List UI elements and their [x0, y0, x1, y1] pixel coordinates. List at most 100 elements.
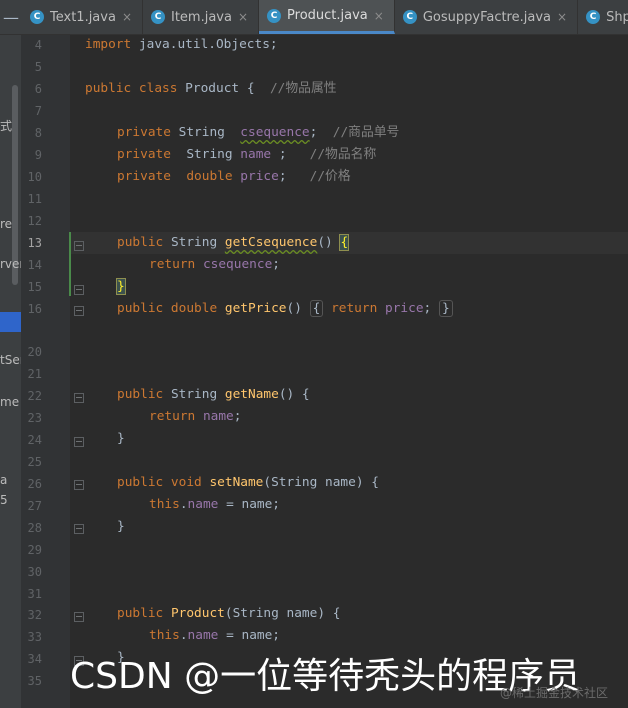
- project-scrollbar[interactable]: [12, 85, 18, 285]
- fold-icon[interactable]: [74, 393, 84, 403]
- line-number: 30: [27, 565, 42, 579]
- project-item-fragment[interactable]: a: [0, 473, 7, 487]
- java-class-icon: C: [586, 10, 601, 24]
- keyword: public void: [117, 475, 210, 490]
- type: String: [170, 387, 225, 402]
- code-line[interactable]: this.name = name;: [149, 625, 280, 647]
- keyword: private: [117, 147, 187, 162]
- line-number: 13: [27, 236, 42, 250]
- tab-label: GosuppyFactre.java: [422, 9, 551, 25]
- fold-icon[interactable]: [74, 524, 84, 534]
- tab-label: Text1.java: [50, 9, 116, 25]
- comment: //价格: [309, 169, 351, 184]
- code-line[interactable]: import java.util.Objects;: [85, 34, 278, 56]
- folded-brace[interactable]: }: [438, 300, 453, 317]
- code-line[interactable]: }: [117, 516, 125, 538]
- keyword: import: [85, 37, 139, 52]
- code-line[interactable]: public String getCsequence() {: [117, 232, 350, 254]
- line-number: 26: [27, 477, 42, 491]
- code-text: .: [179, 497, 188, 512]
- close-icon[interactable]: ×: [374, 9, 384, 23]
- keyword: public double: [117, 301, 225, 316]
- line-number: 10: [27, 170, 42, 184]
- line-number: 29: [27, 543, 42, 557]
- project-item-fragment[interactable]: me: [0, 395, 19, 409]
- code-text: ;: [271, 147, 310, 162]
- minimize-icon[interactable]: —: [0, 0, 22, 34]
- project-selected-item[interactable]: [0, 312, 21, 332]
- line-number: 21: [27, 367, 42, 381]
- code-line[interactable]: public class Product { //物品属性: [85, 78, 337, 100]
- code-line[interactable]: public void setName(String name) {: [117, 472, 379, 494]
- code-text: ;: [309, 125, 333, 140]
- close-icon[interactable]: ×: [238, 10, 248, 24]
- line-number: 28: [27, 521, 42, 535]
- project-item-fragment[interactable]: 式: [0, 117, 12, 134]
- java-class-icon: C: [402, 10, 417, 24]
- fold-icon[interactable]: [74, 437, 84, 447]
- code-text: ;: [278, 169, 310, 184]
- code-line[interactable]: return name;: [149, 406, 241, 428]
- line-number: 20: [27, 345, 42, 359]
- close-icon[interactable]: ×: [557, 10, 567, 24]
- java-class-icon: C: [267, 8, 282, 23]
- code-text: ;: [272, 257, 280, 272]
- field: price: [240, 169, 279, 184]
- fold-icon[interactable]: [74, 612, 84, 622]
- keyword: this: [149, 628, 180, 643]
- project-item-fragment[interactable]: rver: [0, 257, 21, 271]
- line-number: 33: [27, 630, 42, 644]
- folded-brace[interactable]: {: [309, 300, 324, 317]
- code-line[interactable]: private String name ; //物品名称: [117, 144, 376, 166]
- line-number: 8: [34, 126, 42, 140]
- tab-gosuppyfactre[interactable]: C GosuppyFactre.java ×: [395, 0, 579, 34]
- code-line[interactable]: private double price; //价格: [117, 166, 351, 188]
- project-item-fragment[interactable]: re: [0, 217, 12, 231]
- tab-item[interactable]: C Item.java ×: [143, 0, 260, 34]
- field: csequence: [202, 257, 273, 272]
- tab-label: Item.java: [171, 9, 232, 25]
- tab-label: ShppingDao.ja: [606, 9, 628, 25]
- field: price: [385, 301, 424, 316]
- fold-icon[interactable]: [74, 241, 84, 251]
- type: String: [186, 147, 241, 162]
- fold-icon[interactable]: [74, 306, 84, 316]
- code-line[interactable]: public String getName() {: [117, 384, 310, 406]
- line-number: 22: [27, 389, 42, 403]
- code-line[interactable]: return csequence;: [149, 254, 280, 276]
- tab-text1[interactable]: C Text1.java ×: [22, 0, 143, 34]
- method-name: setName: [209, 475, 264, 490]
- fold-icon[interactable]: [74, 285, 84, 295]
- code-text: = name;: [218, 497, 281, 512]
- java-class-icon: C: [151, 10, 165, 24]
- code-text: }: [117, 519, 125, 534]
- field: name: [202, 409, 234, 424]
- line-number: 6: [34, 82, 42, 96]
- code-line[interactable]: this.name = name;: [149, 494, 280, 516]
- close-icon[interactable]: ×: [122, 10, 132, 24]
- code-line[interactable]: public Product(String name) {: [117, 603, 340, 625]
- line-number: 12: [27, 214, 42, 228]
- keyword: return: [149, 257, 203, 272]
- code-line[interactable]: public double getPrice() { return price;…: [117, 298, 453, 320]
- code-line[interactable]: }: [117, 428, 125, 450]
- line-number: 25: [27, 455, 42, 469]
- field: csequence: [240, 125, 310, 140]
- project-item-fragment[interactable]: 5: [0, 493, 8, 507]
- code-text: }: [117, 431, 125, 446]
- code-line[interactable]: }: [116, 276, 126, 298]
- tab-product[interactable]: C Product.java ×: [259, 0, 395, 34]
- project-item-fragment[interactable]: tSer: [0, 353, 21, 367]
- line-number: 7: [34, 104, 42, 118]
- code-line[interactable]: private String csequence; //商品单号: [117, 122, 399, 144]
- line-number: 14: [27, 258, 42, 272]
- code-text: () {: [278, 387, 310, 402]
- tab-shppingdao[interactable]: C ShppingDao.ja: [578, 0, 628, 34]
- fold-icon[interactable]: [74, 480, 84, 490]
- keyword: return: [323, 301, 385, 316]
- line-number: 31: [27, 587, 42, 601]
- code-text: .: [179, 628, 188, 643]
- code-text: ;: [423, 301, 432, 316]
- line-number: 4: [34, 38, 42, 52]
- keyword: private double: [117, 169, 241, 184]
